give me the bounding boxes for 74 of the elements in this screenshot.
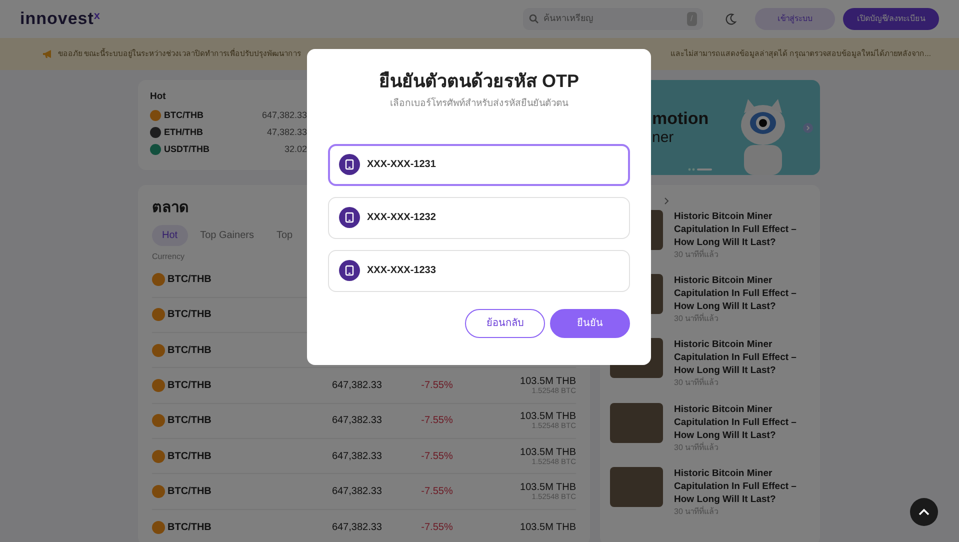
coin-price: 647,382.33 xyxy=(330,450,382,464)
trade-volume: 103.5M THB xyxy=(519,482,576,493)
login-button[interactable]: เข้าสู่ระบบ xyxy=(754,8,835,30)
coin-icon xyxy=(152,414,165,428)
coin-pair: BTC/THB xyxy=(168,344,212,358)
chevron-right-icon[interactable] xyxy=(664,197,670,205)
coin-pair: BTC/THB xyxy=(168,484,212,499)
search-icon xyxy=(528,14,539,24)
coin-icon xyxy=(152,520,165,534)
section-title: Hot xyxy=(150,90,166,104)
chevron-up-icon xyxy=(918,508,930,516)
confirm-button[interactable]: ยืนยัน xyxy=(550,308,630,338)
trade-volume: 103.5M THB xyxy=(519,522,576,533)
photo-placeholder xyxy=(610,466,663,507)
section-title: ตลาด xyxy=(152,198,189,218)
phone-option[interactable]: XXX-XXX-1232 xyxy=(328,196,630,239)
phone-option[interactable]: XXX-XXX-1231 xyxy=(328,144,630,186)
shortcut-key: / xyxy=(686,12,697,26)
coin-icon xyxy=(152,379,165,392)
trade-volume: 103.5M THB xyxy=(519,376,576,387)
coin-pair: BTC/THB xyxy=(168,450,212,464)
register-button[interactable]: เปิดบัญชี/ลงทะเบียน xyxy=(842,8,939,30)
coin-icon xyxy=(152,273,165,286)
coin-price: 647,382.33 xyxy=(330,414,382,428)
search-input[interactable]: ค้นหาเหรียญ xyxy=(541,11,672,27)
coin-icon xyxy=(152,344,165,357)
coin-pair: BTC/THB xyxy=(168,520,212,535)
phone-option[interactable]: XXX-XXX-1233 xyxy=(328,250,630,292)
price-change: -7.55% xyxy=(420,520,454,535)
logo[interactable]: innovest$^{x}$ xyxy=(20,6,101,32)
coin-price: 647,382.33 xyxy=(330,484,382,499)
coin-price: 647,382.33 xyxy=(260,108,307,122)
coin-pair: BTC/THB xyxy=(168,414,212,428)
phone-icon xyxy=(339,260,360,282)
coin-price: 647,382.33 xyxy=(330,520,382,535)
coin-icon xyxy=(152,450,165,463)
moon-icon[interactable] xyxy=(724,13,737,25)
carousel-dots-icon xyxy=(688,168,712,171)
modal-subtitle: เลือกเบอร์โทรศัพท์สำหรับส่งรหัสยืนยันตัวตน xyxy=(389,96,570,111)
phone-icon xyxy=(339,154,360,176)
coin-icon xyxy=(152,308,165,322)
market-tab[interactable]: Top Gainers xyxy=(190,224,264,246)
market-tab[interactable]: Top xyxy=(266,224,303,246)
coin-price: 647,382.33 xyxy=(330,379,382,394)
promo-title: motion xyxy=(652,110,709,129)
price-change: -7.55% xyxy=(420,450,454,464)
market-tab[interactable]: Hot xyxy=(152,224,188,246)
news-headline[interactable]: Historic Bitcoin Miner Capitulation In Full Effect – How Long Will It Last? xyxy=(674,402,804,442)
coin-pair: BTC/THB xyxy=(164,108,204,122)
coin-pair: BTC/THB xyxy=(168,273,212,288)
scroll-top-button[interactable] xyxy=(910,498,938,526)
news-headline[interactable]: Historic Bitcoin Miner Capitulation In Full Effect – How Long Will It Last? xyxy=(674,274,804,314)
coin-pair: BTC/THB xyxy=(168,379,212,394)
news-headline[interactable]: Historic Bitcoin Miner Capitulation In Full Effect – How Long Will It Last? xyxy=(674,338,804,378)
modal-title: ยืนยันตัวตนด้วยรหัส OTP xyxy=(378,71,580,93)
trade-volume: 103.5M THB xyxy=(519,411,576,422)
news-headline[interactable]: Historic Bitcoin Miner Capitulation In Full Effect – How Long Will It Last? xyxy=(674,210,804,249)
coin-pair: USDT/THB xyxy=(164,142,210,156)
coin-pair: ETH/THB xyxy=(164,126,204,138)
news-headline[interactable]: Historic Bitcoin Miner Capitulation In Full Effect – How Long Will It Last? xyxy=(674,466,804,506)
coin-pair: BTC/THB xyxy=(168,308,212,322)
back-button[interactable]: ย้อนกลับ xyxy=(465,308,545,338)
coin-price: 47,382.33 xyxy=(266,126,307,138)
price-change: -7.55% xyxy=(420,484,454,499)
megaphone-icon xyxy=(42,49,53,59)
coin-icon xyxy=(152,484,165,498)
photo-placeholder xyxy=(610,402,663,443)
price-change: -7.55% xyxy=(420,379,454,394)
column-header: Currency xyxy=(152,250,184,262)
promo-subtitle: ner xyxy=(652,128,674,147)
coin-price: 32.02 xyxy=(283,142,307,156)
phone-icon xyxy=(339,207,360,228)
price-change: -7.55% xyxy=(420,414,454,428)
trade-volume: 103.5M THB xyxy=(519,446,576,458)
